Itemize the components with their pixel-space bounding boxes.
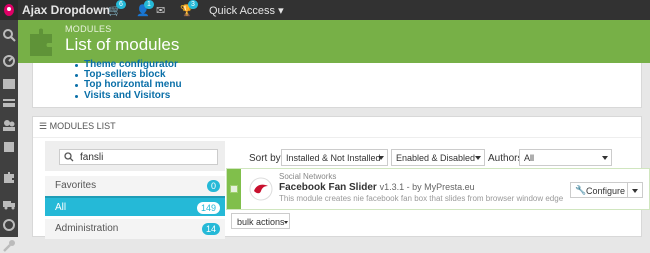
chevron-down-icon xyxy=(475,156,481,160)
envelope-icon: ✉ xyxy=(156,5,166,17)
orders-notification[interactable]: 🛒 6 xyxy=(108,0,126,17)
module-tab: Social Networks xyxy=(279,172,337,181)
chevron-down-icon xyxy=(378,156,384,160)
bulk-actions-label: bulk actions xyxy=(237,217,285,227)
customers-icon[interactable] xyxy=(2,118,16,132)
configure-dropdown-toggle[interactable] xyxy=(628,182,643,198)
category-administration[interactable]: Administration 14 xyxy=(45,219,225,239)
orders-icon[interactable] xyxy=(2,96,16,110)
category-label: All xyxy=(55,202,67,213)
quick-access-label: Quick Access xyxy=(209,5,276,17)
category-label: Favorites xyxy=(55,180,97,191)
chevron-down-icon xyxy=(602,156,608,160)
localization-icon[interactable] xyxy=(2,218,16,232)
quick-access-menu[interactable]: Quick Access ▾ xyxy=(209,4,284,17)
messages-notification[interactable]: ✉ xyxy=(156,4,165,17)
select-value: All xyxy=(524,153,535,163)
category-favorites[interactable]: Favorites 0 xyxy=(45,176,225,196)
search-icon xyxy=(64,152,74,162)
search-icon[interactable] xyxy=(2,28,16,42)
price-rules-icon[interactable] xyxy=(2,140,16,154)
select-value: Enabled & Disabled xyxy=(396,153,476,163)
module-links-panel: Theme configurator Top-sellers block Top… xyxy=(32,59,642,108)
category-label: Administration xyxy=(55,223,119,234)
divider xyxy=(33,137,641,138)
prestashop-logo[interactable] xyxy=(0,0,18,20)
configure-button[interactable]: 🔧 Configure xyxy=(570,182,628,198)
customers-badge: 1 xyxy=(144,0,154,9)
page-header: MODULES List of modules xyxy=(18,20,650,63)
module-name: Facebook Fan Slider v1.3.1 - by MyPresta… xyxy=(279,182,475,193)
install-filter-select[interactable]: Installed & Not Installed xyxy=(281,149,388,166)
category-count: 0 xyxy=(206,180,220,192)
module-link-list: Theme configurator Top-sellers block Top… xyxy=(75,59,182,101)
category-count: 149 xyxy=(196,202,220,214)
module-search-input[interactable]: fansli xyxy=(59,149,218,165)
module-title: Facebook Fan Slider xyxy=(279,182,377,193)
modules-icon[interactable] xyxy=(2,170,16,184)
module-link[interactable]: Visits and Visitors xyxy=(75,90,182,101)
configure-label: Configure xyxy=(586,186,626,196)
panel-heading-label: MODULES LIST xyxy=(49,121,116,131)
sort-by-label: Sort by xyxy=(249,153,281,164)
page-title: List of modules xyxy=(65,35,180,54)
puzzle-icon xyxy=(30,28,52,56)
authors-label: Authors xyxy=(488,153,523,164)
orders-badge: 6 xyxy=(116,0,126,9)
shop-name[interactable]: Ajax Dropdown xyxy=(22,3,110,17)
module-description: This module creates nie facebook fan box… xyxy=(279,194,564,203)
wrench-icon[interactable] xyxy=(2,239,16,253)
status-filter-select[interactable]: Enabled & Disabled xyxy=(391,149,485,166)
select-value: Installed & Not Installed xyxy=(286,153,381,163)
customers-notification[interactable]: 👤 1 xyxy=(136,0,154,17)
module-version: v1.3.1 - by MyPresta.eu xyxy=(379,182,475,192)
trophy-badge: 3 xyxy=(188,0,198,9)
trophy-notification[interactable]: 🏆 3 xyxy=(180,0,198,17)
catalog-icon[interactable] xyxy=(2,77,16,91)
category-all[interactable]: All 149 xyxy=(45,196,225,216)
module-logo xyxy=(249,177,273,201)
category-count: 14 xyxy=(201,223,220,235)
chevron-down-icon xyxy=(284,221,288,224)
search-value: fansli xyxy=(80,152,104,163)
sidebar-menu xyxy=(0,20,18,252)
wrench-icon: 🔧 xyxy=(575,185,587,195)
breadcrumb[interactable]: MODULES xyxy=(65,24,112,34)
bulk-actions-button[interactable]: bulk actions xyxy=(231,213,290,229)
dashboard-icon[interactable] xyxy=(2,53,16,67)
module-row: Social Networks Facebook Fan Slider v1.3… xyxy=(226,168,650,210)
shipping-icon[interactable] xyxy=(2,197,16,211)
top-navbar: Ajax Dropdown 🛒 6 👤 1 ✉ 🏆 3 Quick Access… xyxy=(0,0,650,20)
module-checkbox[interactable] xyxy=(230,185,238,193)
authors-filter-select[interactable]: All xyxy=(519,149,612,166)
panel-heading: ☰ MODULES LIST xyxy=(39,121,116,131)
